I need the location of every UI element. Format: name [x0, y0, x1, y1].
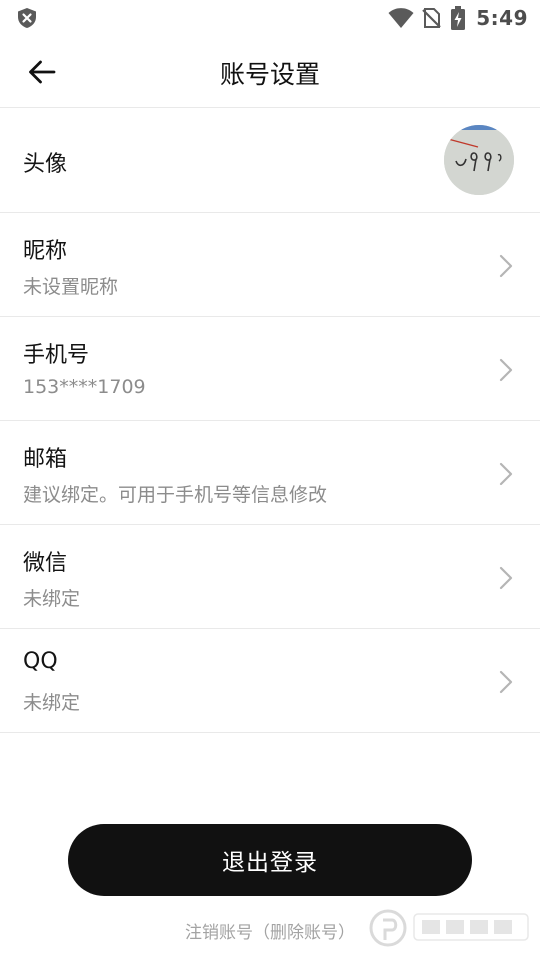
status-bar: 5:49	[0, 0, 540, 36]
page-title: 账号设置	[219, 60, 320, 89]
nickname-label: 昵称	[23, 239, 68, 264]
email-row[interactable]: 邮箱 建议绑定。可用于手机号等信息修改	[0, 421, 540, 525]
chevron-right-icon	[499, 254, 513, 278]
status-time: 5:49	[476, 6, 528, 30]
shield-x-icon	[18, 8, 36, 28]
nickname-value: 未设置昵称	[23, 276, 119, 298]
avatar[interactable]	[444, 125, 514, 195]
wechat-label: 微信	[23, 551, 68, 576]
status-icons: 5:49	[388, 4, 528, 32]
wechat-value: 未绑定	[23, 588, 81, 610]
phone-label: 手机号	[23, 343, 90, 368]
email-value: 建议绑定。可用于手机号等信息修改	[23, 484, 328, 506]
no-sim-icon	[422, 8, 442, 28]
chevron-right-icon	[499, 358, 513, 382]
qq-value: 未绑定	[23, 692, 81, 714]
watermark-logo	[369, 909, 529, 947]
battery-charging-icon	[451, 6, 466, 30]
avatar-label: 头像	[23, 152, 68, 177]
avatar-row[interactable]: 头像	[0, 109, 540, 213]
nickname-row[interactable]: 昵称 未设置昵称	[0, 213, 540, 317]
qq-label: QQ	[23, 649, 58, 674]
chevron-right-icon	[499, 566, 513, 590]
logout-button[interactable]: 退出登录	[68, 824, 472, 896]
email-label: 邮箱	[23, 447, 68, 472]
chevron-right-icon	[499, 462, 513, 486]
wifi-icon	[388, 8, 414, 28]
avatar-image	[444, 125, 514, 195]
chevron-right-icon	[499, 670, 513, 694]
phone-value: 153****1709	[23, 376, 146, 398]
app-bar: 账号设置	[0, 36, 540, 108]
wechat-row[interactable]: 微信 未绑定	[0, 525, 540, 629]
phone-row[interactable]: 手机号 153****1709	[0, 317, 540, 421]
qq-row[interactable]: QQ 未绑定	[0, 629, 540, 733]
